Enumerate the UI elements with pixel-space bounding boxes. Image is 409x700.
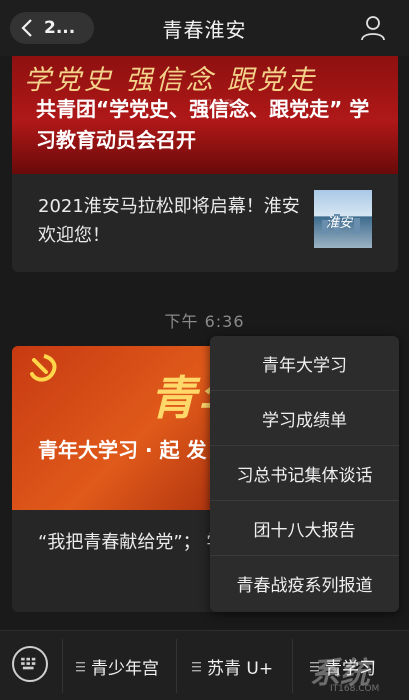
article-item-text[interactable]: 2021淮安马拉松即将启幕！淮安欢迎您！ — [38, 192, 308, 250]
article-headline-1: 共青团“学党史、强信念、跟党走” 学习教育动员会召开 — [36, 97, 370, 152]
tab-separator — [62, 639, 63, 693]
banner-calligraphy: 学党史 强信念 跟党走 — [24, 65, 318, 96]
submenu-popup: 青年大学习 学习成绩单 习总书记集体谈话 团十八大报告 青春战疫系列报道 — [210, 336, 399, 612]
party-emblem-icon — [30, 354, 57, 382]
tab-label: 青少年宫 — [91, 658, 159, 679]
tab-separator — [292, 639, 293, 693]
thumb-building — [354, 218, 360, 234]
article-card-1[interactable]: 学党史 强信念 跟党走 学习教育 共青团“学党史、强信念、跟党走” 学习教育动员… — [12, 56, 398, 272]
menu-item-score-list[interactable]: 学习成绩单 — [210, 391, 399, 446]
keyboard-icon[interactable] — [12, 646, 48, 682]
tab-separator — [176, 639, 177, 693]
thumbnail-label: 淮安 — [326, 216, 353, 231]
tab-youth-palace[interactable]: 青少年宫 — [76, 631, 159, 700]
tab-label: 苏青 U+ — [207, 658, 274, 679]
menu-item-collective-talk[interactable]: 习总书记集体谈话 — [210, 446, 399, 501]
menu-item-epidemic-reports[interactable]: 青春战疫系列报道 — [210, 556, 399, 611]
article-banner-1[interactable]: 学党史 强信念 跟党走 学习教育 共青团“学党史、强信念、跟党走” 学习教育动员… — [12, 56, 398, 174]
top-bar: 2... 青春淮安 — [0, 0, 409, 56]
article-thumbnail[interactable]: 淮安 — [314, 190, 372, 248]
menu-lines-icon — [192, 661, 201, 671]
page-title: 青春淮安 — [162, 18, 247, 42]
watermark-site: IT168.COM — [330, 684, 380, 694]
message-timestamp: 下午 6:36 — [164, 312, 245, 331]
menu-item-congress-report[interactable]: 团十八大报告 — [210, 501, 399, 556]
menu-lines-icon — [76, 661, 85, 671]
profile-icon[interactable] — [359, 14, 387, 42]
menu-item-youth-study[interactable]: 青年大学习 — [210, 336, 399, 391]
tab-suqing[interactable]: 苏青 U+ — [192, 631, 273, 700]
